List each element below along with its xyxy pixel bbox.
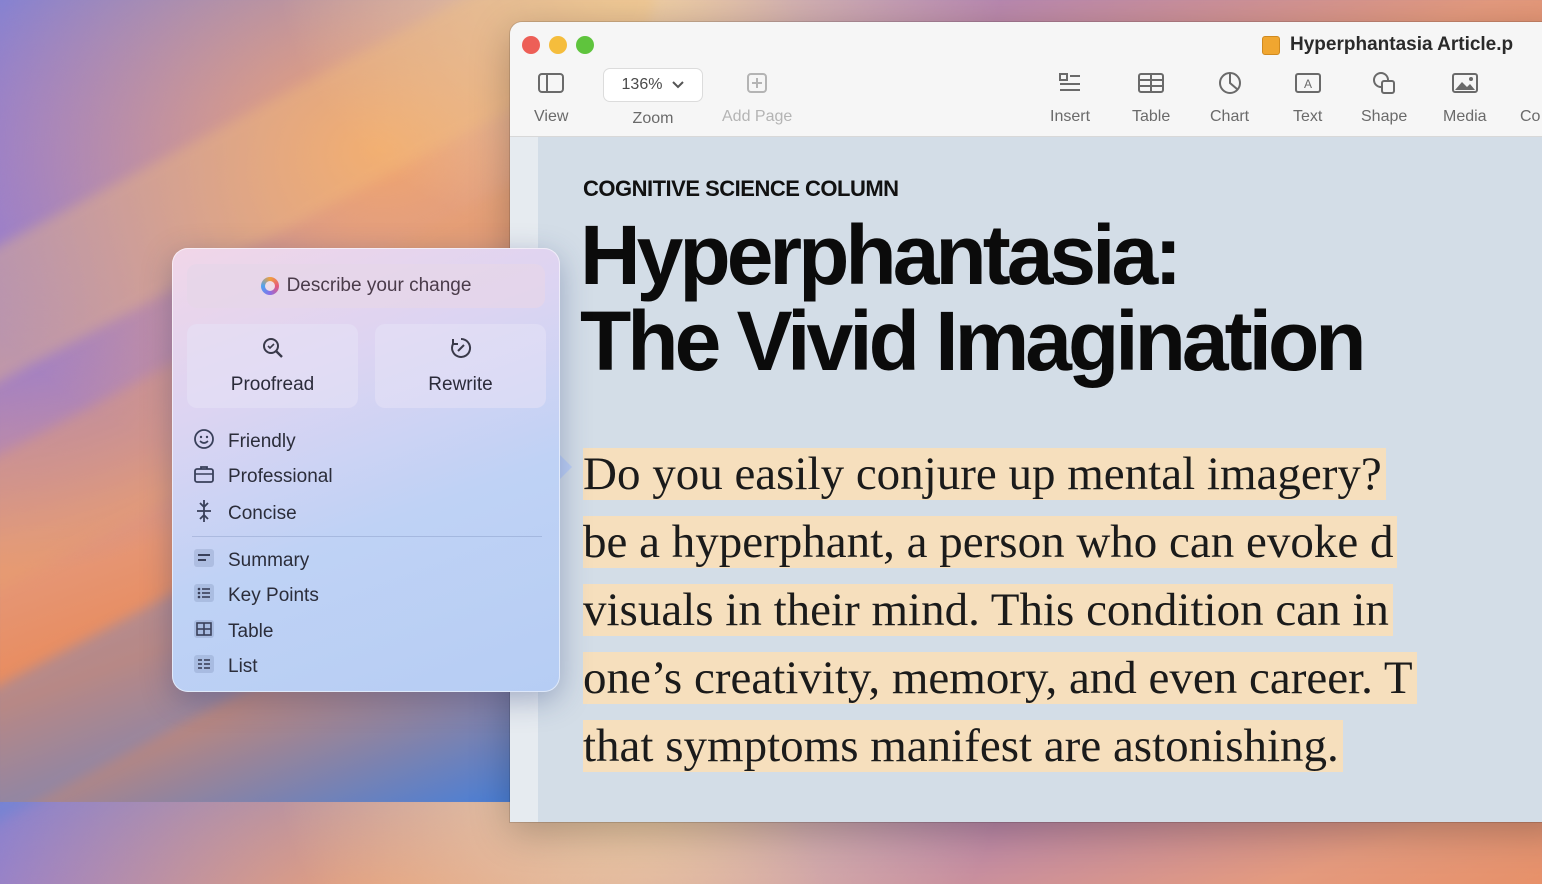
compress-icon: [192, 499, 216, 529]
paragraph-line: one’s creativity, memory, and even caree…: [583, 644, 1542, 712]
paragraph-line: that symptoms manifest are astonishing.: [583, 712, 1542, 780]
insert-label: Insert: [1050, 108, 1091, 125]
add-page-button[interactable]: Add Page: [722, 68, 792, 126]
maximize-window-button[interactable]: [576, 36, 594, 54]
list-label: List: [228, 656, 258, 677]
text-label: Text: [1293, 108, 1323, 125]
text-button[interactable]: A Text: [1293, 68, 1322, 126]
view-button[interactable]: View: [534, 68, 568, 126]
key-points-option[interactable]: Key Points: [192, 584, 319, 608]
media-button[interactable]: Media: [1443, 68, 1487, 126]
summary-icon: [192, 549, 216, 573]
article-headline: Hyperphantasia: The Vivid Imagination: [580, 208, 1367, 388]
close-window-button[interactable]: [522, 36, 540, 54]
friendly-option[interactable]: Friendly: [192, 428, 296, 456]
view-label: View: [534, 108, 569, 125]
add-page-label: Add Page: [722, 108, 793, 125]
proofread-label: Proofread: [230, 374, 315, 395]
magnifier-icon: [261, 336, 285, 364]
toolbar: Hyperphantasia Article.p View 136% Zoom …: [510, 22, 1542, 137]
chart-label: Chart: [1210, 108, 1250, 125]
key-points-label: Key Points: [228, 585, 319, 606]
describe-change-field[interactable]: Describe your change: [187, 264, 545, 308]
document-title: Hyperphantasia Article.p: [1262, 34, 1513, 56]
headline-line-2: The Vivid Imagination: [580, 294, 1367, 388]
shape-button[interactable]: Shape: [1361, 68, 1407, 126]
pages-document-icon: [1262, 35, 1280, 55]
chart-button[interactable]: Chart: [1210, 68, 1249, 126]
document-title-text: Hyperphantasia Article.p: [1290, 34, 1514, 55]
professional-option[interactable]: Professional: [192, 464, 333, 490]
proofread-button[interactable]: Proofread: [187, 324, 358, 408]
summary-option[interactable]: Summary: [192, 549, 309, 573]
table-icon: [1138, 68, 1165, 98]
shape-icon: [1371, 68, 1397, 98]
comment-label: Co: [1520, 108, 1541, 125]
professional-label: Professional: [228, 466, 333, 487]
minimize-window-button[interactable]: [549, 36, 567, 54]
briefcase-icon: [192, 464, 216, 490]
concise-label: Concise: [228, 503, 297, 524]
menu-divider: [192, 536, 542, 537]
window-controls: [522, 36, 594, 54]
zoom-dropdown[interactable]: 136%: [603, 68, 703, 102]
smiley-icon: [192, 428, 216, 456]
comment-button[interactable]: Co: [1520, 68, 1540, 126]
table-option-label: Table: [228, 621, 274, 642]
table-button[interactable]: Table: [1132, 68, 1170, 126]
shape-label: Shape: [1361, 108, 1408, 125]
paragraph-line: visuals in their mind. This condition ca…: [583, 576, 1542, 644]
writing-tools-popover: Describe your change Proofread Rewrite F…: [172, 248, 560, 692]
pages-window: Hyperphantasia Article.p View 136% Zoom …: [510, 22, 1542, 822]
sidebar-icon: [538, 68, 565, 98]
bullet-list-icon: [192, 584, 216, 608]
svg-text:A: A: [1304, 77, 1312, 91]
rewrite-icon: [449, 336, 473, 364]
rewrite-button[interactable]: Rewrite: [375, 324, 546, 408]
chart-icon: [1218, 68, 1242, 98]
zoom-label: Zoom: [632, 110, 674, 127]
rewrite-label: Rewrite: [428, 374, 493, 395]
article-kicker: COGNITIVE SCIENCE COLUMN: [583, 176, 899, 201]
headline-line-1: Hyperphantasia:: [580, 208, 1182, 302]
zoom-control[interactable]: 136% Zoom: [603, 68, 703, 128]
list-option[interactable]: List: [192, 655, 258, 679]
table-option[interactable]: Table: [192, 620, 273, 644]
photo-icon: [1451, 68, 1478, 98]
selected-paragraph[interactable]: Do you easily conjure up mental imagery?…: [583, 440, 1542, 780]
add-page-icon: [746, 68, 768, 98]
concise-option[interactable]: Concise: [192, 499, 297, 529]
table-grid-icon: [192, 620, 216, 644]
chevron-down-icon: [672, 76, 685, 94]
describe-placeholder: Describe your change: [286, 275, 472, 296]
friendly-label: Friendly: [228, 431, 296, 452]
paragraph-line: Do you easily conjure up mental imagery?: [583, 440, 1542, 508]
summary-label: Summary: [228, 550, 310, 571]
apple-intelligence-icon: [260, 277, 279, 295]
insert-button[interactable]: Insert: [1050, 68, 1090, 126]
zoom-value: 136%: [621, 76, 663, 93]
media-label: Media: [1443, 108, 1487, 125]
table-label: Table: [1132, 108, 1171, 125]
text-box-icon: A: [1294, 68, 1321, 98]
numbered-list-icon: [192, 655, 216, 679]
insert-icon: [1058, 68, 1082, 98]
paragraph-line: be a hyperphant, a person who can evoke …: [583, 508, 1542, 576]
